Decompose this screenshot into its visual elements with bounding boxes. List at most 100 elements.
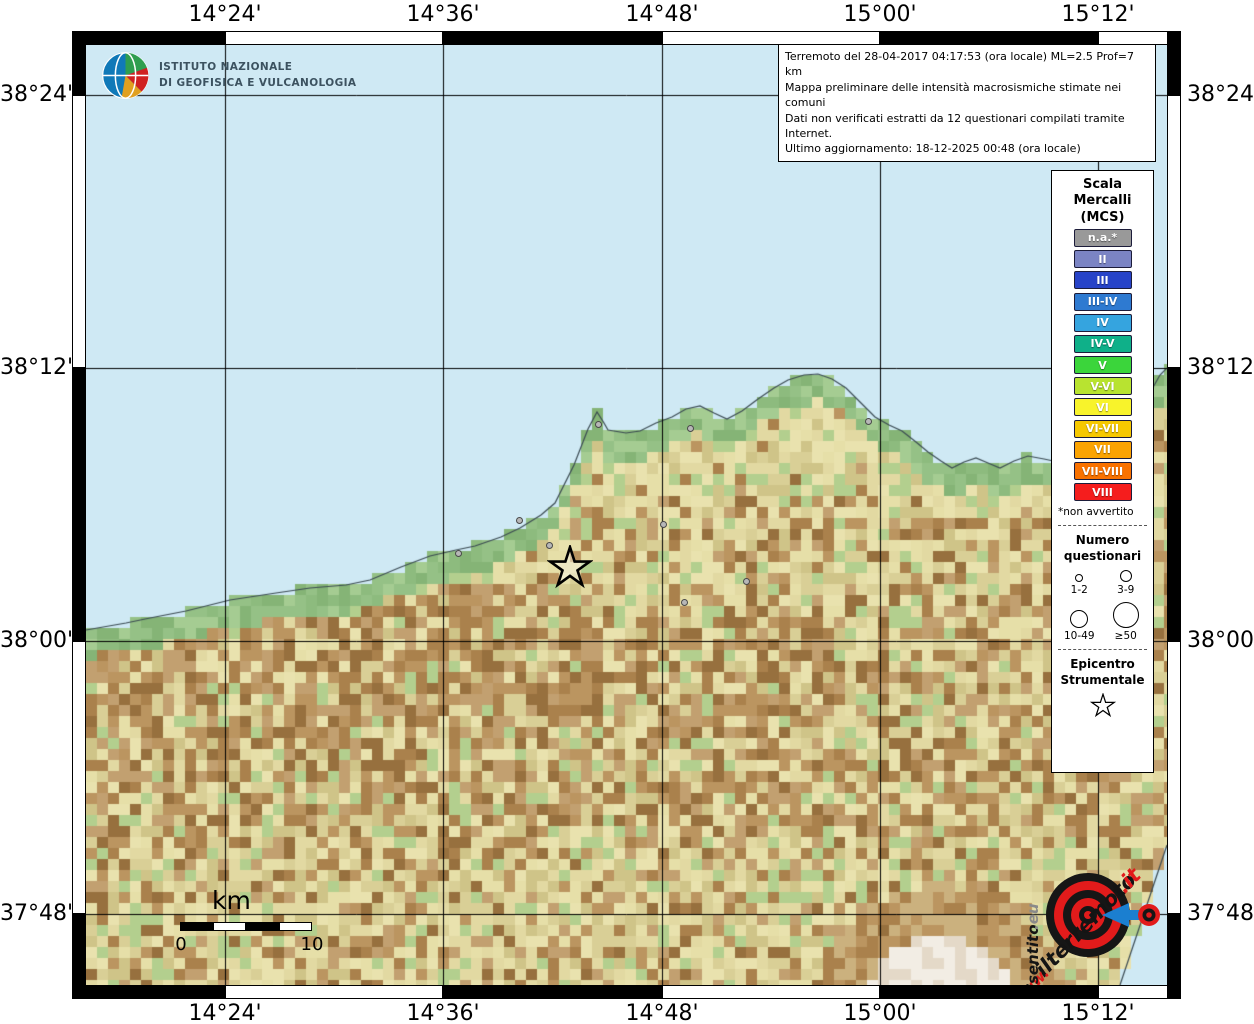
legend-divider [1058,525,1147,526]
questionnaire-circle-icon [1120,570,1132,582]
event-info-line3: Dati non verificati estratti da 12 quest… [785,111,1149,142]
frame-border-segment [880,31,1098,45]
questionnaire-circle-icon [1070,610,1088,628]
map-interior: ilterremoto .it www. haisentito .eu [86,45,1167,985]
frame-border-segment [443,985,662,999]
scalebar-unit-label: km [212,886,251,915]
legend-divider [1058,649,1147,650]
frame-border-segment [72,95,86,368]
mcs-scale-list: n.a.*IIIIIIII-IVIVIV-VVV-VIVIVI-VIIVIIVI… [1056,229,1149,501]
questionnaire-size-label: 10-49 [1064,630,1095,642]
lat-label-left: 38°12' [0,355,68,380]
survey-town-dot [516,517,523,524]
frame-border-segment [1167,368,1181,641]
frame-border-segment [225,985,443,999]
epicenter-legend-star-icon [1090,693,1116,719]
lat-label-right: 38°00' [1187,628,1254,653]
questionnaire-size-label: 3-9 [1117,584,1134,596]
questionnaire-size-item: ≥50 [1103,602,1150,642]
mcs-chip-5: IV-V [1074,335,1132,353]
frame-border-segment [72,641,86,914]
legend-panel: Scala Mercalli (MCS) n.a.*IIIIIIII-IVIVI… [1051,170,1154,773]
lon-label-bottom: 15°12' [1053,1001,1143,1024]
epicenter-star-icon [547,545,593,591]
legend-title-line3: (MCS) [1056,210,1149,226]
lon-label-top: 14°36' [398,2,488,27]
frame-border-segment [1167,641,1181,914]
watermark-side-name: haisentito [1024,924,1042,985]
scalebar-segment [213,922,246,931]
event-info-box: Terremoto del 28-04-2017 04:17:53 (ora l… [778,44,1156,162]
questionnaire-size-label: ≥50 [1115,630,1137,642]
frame-corner [72,31,86,45]
mcs-chip-4: IV [1074,314,1132,332]
lon-label-bottom: 14°36' [398,1001,488,1024]
survey-town-dot [660,521,667,528]
epicenter-title-line1: Epicentro [1056,657,1149,673]
questionnaire-circle-icon [1075,574,1083,582]
questionnaire-size-item: 10-49 [1056,602,1103,642]
map-page: ilterremoto .it www. haisentito .eu ISTI… [0,0,1254,1024]
lon-label-top: 14°48' [617,2,707,27]
mcs-chip-1: II [1074,250,1132,268]
frame-corner [72,985,86,999]
lat-label-right: 38°12' [1187,355,1254,380]
lon-label-top: 15°00' [835,2,925,27]
scalebar-start-label: 0 [173,934,189,955]
survey-town-dot [681,599,688,606]
frame-border-segment [72,31,225,45]
frame-border-segment [662,31,880,45]
mcs-chip-11: VII-VIII [1074,462,1132,480]
survey-town-dot [455,550,462,557]
ingv-name-line2: DI GEOFISICA E VULCANOLOGIA [159,76,356,91]
ingv-logo: ISTITUTO NAZIONALE DI GEOFISICA E VULCAN… [102,52,356,99]
lon-label-bottom: 15°00' [835,1001,925,1024]
mcs-chip-7: V-VI [1074,377,1132,395]
survey-town-dot [865,418,872,425]
mcs-chip-6: V [1074,356,1132,374]
frame-border-segment [880,985,1098,999]
lat-label-left: 38°00' [0,628,68,653]
mcs-chip-3: III-IV [1074,293,1132,311]
mcs-chip-9: VI-VII [1074,420,1132,438]
lon-label-top: 14°24' [180,2,270,27]
ingv-globe-icon [102,52,149,99]
frame-corner [1167,31,1181,45]
lon-label-top: 15°12' [1053,2,1143,27]
mcs-chip-10: VII [1074,441,1132,459]
scalebar-end-label: 10 [298,934,326,955]
scalebar-bar [180,922,312,931]
questionnaire-size-label: 1-2 [1071,584,1088,596]
watermark-side-tld: .eu [1024,903,1042,930]
event-info-line2: Mappa preliminare delle intensità macros… [785,80,1149,111]
event-info-line1: Terremoto del 28-04-2017 04:17:53 (ora l… [785,49,1149,80]
mcs-chip-2: III [1074,271,1132,289]
questionnaire-circle-icon [1113,602,1139,628]
frame-border-segment [443,31,662,45]
mcs-chip-8: VI [1074,398,1132,416]
small-target-icon [1138,904,1160,926]
mcs-chip-12: VIII [1074,483,1132,501]
scalebar-segment [246,922,279,931]
lat-label-right: 38°24' [1187,82,1254,107]
questionnaire-title-line2: questionari [1056,549,1149,565]
ilterremoto-watermark: ilterremoto .it www. haisentito .eu [988,810,1167,985]
lon-label-bottom: 14°48' [617,1001,707,1024]
questionnaire-size-grid: 1-2 3-9 10-49 ≥50 [1056,570,1149,642]
lon-label-bottom: 14°24' [180,1001,270,1024]
survey-town-dot [595,421,602,428]
lat-label-right: 37°48' [1187,901,1254,926]
frame-border-segment [225,31,443,45]
frame-border-segment [72,985,225,999]
lat-label-left: 37°48' [0,901,68,926]
questionnaire-size-item: 1-2 [1056,570,1103,596]
mcs-chip-0: n.a.* [1074,229,1132,247]
frame-border-segment [662,985,880,999]
questionnaire-size-item: 3-9 [1103,570,1150,596]
survey-town-dot [743,578,750,585]
ingv-name-line1: ISTITUTO NAZIONALE [159,60,356,75]
legend-title-line2: Mercalli [1056,193,1149,209]
legend-title-line1: Scala [1056,177,1149,193]
event-info-line4: Ultimo aggiornamento: 18-12-2025 00:48 (… [785,141,1149,156]
survey-town-dot [687,425,694,432]
